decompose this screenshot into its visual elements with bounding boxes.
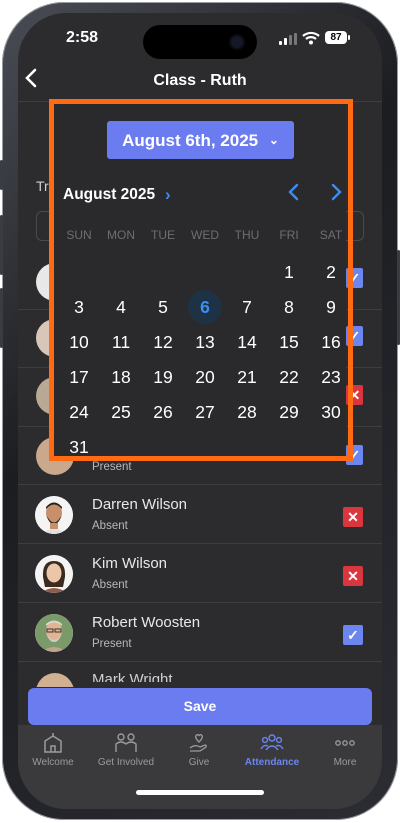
tab-more[interactable]: More — [310, 733, 380, 768]
tab-welcome[interactable]: Welcome — [18, 733, 88, 768]
group-icon — [260, 734, 284, 751]
avatar — [35, 496, 73, 534]
calendar-day[interactable]: 7 — [230, 290, 264, 324]
avatar-partial — [36, 673, 74, 687]
calendar-day[interactable]: 3 — [62, 290, 96, 324]
calendar-day[interactable]: 24 — [62, 395, 96, 429]
mute-switch — [0, 160, 3, 190]
weekday-label: THU — [234, 228, 260, 242]
calendar-day[interactable]: 18 — [104, 360, 138, 394]
app-screen: 2:58 87 Class - Ruth Tr Present ✓ ✓ ✕ ✓ … — [18, 13, 382, 809]
calendar-day[interactable]: 31 — [62, 430, 96, 464]
calendar-day[interactable]: 22 — [272, 360, 306, 394]
chevron-left-icon — [288, 183, 299, 201]
calendar-day[interactable]: 28 — [230, 395, 264, 429]
calendar-day[interactable]: 4 — [104, 290, 138, 324]
member-name: Robert Woosten — [92, 614, 201, 631]
chevron-right-small-icon[interactable]: › — [165, 185, 171, 205]
calendar-day[interactable]: 19 — [146, 360, 180, 394]
tab-bar: Welcome Get Involved Give Attendance Mor… — [18, 725, 382, 809]
chevron-right-icon — [331, 183, 342, 201]
calendar-day[interactable]: 5 — [146, 290, 180, 324]
checkbox[interactable]: ✓ — [346, 268, 363, 288]
volume-up-button — [0, 215, 3, 275]
list-item[interactable]: Robert Woosten Present ✓ — [18, 603, 382, 662]
weekday-label: SUN — [66, 228, 92, 242]
tab-label: Welcome — [32, 757, 74, 768]
calendar-day[interactable]: 26 — [146, 395, 180, 429]
attendance-checkbox[interactable]: ✕ — [343, 507, 363, 527]
weekday-label: TUE — [151, 228, 175, 242]
checkbox[interactable]: ✕ — [346, 385, 363, 405]
calendar-day[interactable]: 1 — [272, 255, 306, 289]
member-status: Absent — [92, 520, 128, 532]
date-picker-popover: August 6th, 2025 ⌄ August 2025 › SUN MON T… — [54, 104, 346, 460]
calendar-day[interactable]: 2 — [314, 255, 348, 289]
tab-label: Attendance — [244, 757, 300, 768]
avatar — [35, 614, 73, 652]
save-button[interactable]: Save — [28, 688, 372, 725]
calendar-day[interactable]: 17 — [62, 360, 96, 394]
member-name-partial: Mark Wright — [92, 672, 173, 682]
attendance-checkbox[interactable]: ✕ — [343, 566, 363, 586]
calendar-day[interactable]: 13 — [188, 325, 222, 359]
calendar-day[interactable]: 14 — [230, 325, 264, 359]
people-icon — [115, 733, 137, 752]
weekday-label: MON — [107, 228, 135, 242]
tab-give[interactable]: Give — [164, 733, 234, 768]
calendar-day[interactable]: 12 — [146, 325, 180, 359]
calendar-day-selected[interactable]: 6 — [188, 290, 222, 324]
tab-label: Get Involved — [97, 757, 155, 768]
calendar-day[interactable]: 30 — [314, 395, 348, 429]
calendar-day[interactable]: 23 — [314, 360, 348, 394]
selected-date-label: August 6th, 2025 — [122, 131, 259, 150]
prev-month-button[interactable] — [287, 181, 301, 209]
calendar-day[interactable]: 11 — [104, 325, 138, 359]
calendar-day[interactable]: 9 — [314, 290, 348, 324]
checkbox[interactable]: ✓ — [346, 326, 363, 346]
tab-label: More — [333, 757, 357, 768]
calendar-day[interactable]: 29 — [272, 395, 306, 429]
member-name: Kim Wilson — [92, 555, 168, 572]
tab-label: Give — [188, 757, 210, 768]
church-icon — [44, 733, 62, 753]
list-item[interactable]: Kim Wilson Absent ✕ — [18, 544, 382, 603]
list-item[interactable]: Darren Wilson Absent ✕ — [18, 485, 382, 544]
avatar — [35, 555, 73, 593]
calendar-day[interactable]: 27 — [188, 395, 222, 429]
calendar-day[interactable]: 16 — [314, 325, 348, 359]
calendar-day[interactable]: 8 — [272, 290, 306, 324]
tab-attendance[interactable]: Attendance — [237, 733, 307, 768]
weekday-label: SAT — [319, 228, 343, 242]
member-name: Darren Wilson — [92, 496, 188, 513]
member-status: Absent — [92, 579, 128, 591]
attendance-checkbox[interactable]: ✓ — [343, 625, 363, 645]
calendar-day[interactable]: 25 — [104, 395, 138, 429]
chevron-down-icon: ⌄ — [268, 133, 279, 147]
weekday-label: FRI — [279, 228, 299, 242]
month-label[interactable]: August 2025 — [63, 186, 155, 204]
member-status: Present — [92, 638, 132, 650]
volume-down-button — [0, 288, 3, 348]
weekday-label: WED — [191, 228, 219, 242]
more-dots-icon — [335, 740, 355, 746]
hand-heart-icon — [189, 734, 207, 752]
tab-get-involved[interactable]: Get Involved — [91, 733, 161, 768]
checkbox[interactable]: ✓ — [346, 445, 363, 465]
member-status-partial: Present — [92, 461, 132, 473]
date-select-button[interactable]: August 6th, 2025 ⌄ — [107, 121, 294, 159]
filter-label-partial: Tr — [36, 178, 49, 194]
calendar-day[interactable]: 10 — [62, 325, 96, 359]
calendar-day[interactable]: 20 — [188, 360, 222, 394]
calendar-day[interactable]: 21 — [230, 360, 264, 394]
calendar-day[interactable]: 15 — [272, 325, 306, 359]
next-month-button[interactable] — [329, 181, 343, 209]
home-indicator — [136, 790, 264, 795]
